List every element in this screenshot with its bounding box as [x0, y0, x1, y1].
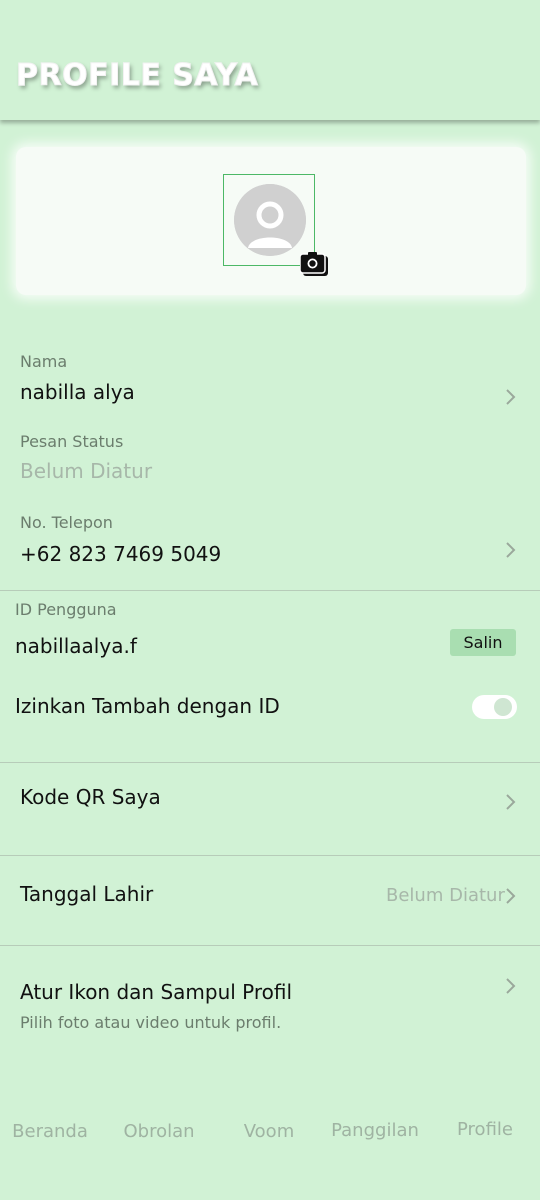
page-title: PROFILE SAYA — [15, 58, 259, 94]
name-value: nabilla alya — [20, 380, 135, 404]
chevron-right-icon — [503, 792, 519, 812]
name-label: Nama — [20, 352, 68, 371]
nav-calls[interactable]: Panggilan — [330, 1120, 420, 1141]
icon-cover-subtitle: Pilih foto atau video untuk profil. — [20, 1013, 282, 1032]
nav-home[interactable]: Beranda — [10, 1121, 90, 1142]
chevron-right-icon — [503, 976, 519, 996]
camera-icon[interactable] — [299, 252, 330, 278]
toggle-knob — [494, 698, 512, 716]
copy-button[interactable]: Salin — [450, 629, 516, 656]
phone-label: No. Telepon — [20, 513, 113, 532]
qr-code-row[interactable] — [0, 763, 540, 855]
nav-chat[interactable]: Obrolan — [118, 1121, 200, 1142]
icon-cover-label: Atur Ikon dan Sampul Profil — [20, 980, 293, 1004]
allow-add-label: Izinkan Tambah dengan ID — [15, 694, 280, 718]
userid-label: ID Pengguna — [15, 600, 117, 619]
nav-profile[interactable]: Profile — [452, 1119, 518, 1140]
person-placeholder-icon[interactable] — [234, 184, 306, 256]
chevron-right-icon — [503, 540, 519, 560]
nav-voom[interactable]: Voom — [234, 1121, 304, 1142]
chevron-right-icon — [503, 886, 519, 906]
phone-value[interactable]: +62 823 7469 5049 — [20, 542, 221, 566]
birthday-label: Tanggal Lahir — [20, 882, 154, 906]
chevron-right-icon — [503, 387, 519, 407]
status-label: Pesan Status — [20, 432, 124, 451]
userid-value: nabillaalya.f — [15, 634, 137, 658]
birthday-value: Belum Diatur — [386, 885, 505, 906]
divider — [0, 590, 540, 591]
qr-code-label: Kode QR Saya — [20, 785, 161, 809]
status-value[interactable]: Belum Diatur — [20, 459, 152, 483]
